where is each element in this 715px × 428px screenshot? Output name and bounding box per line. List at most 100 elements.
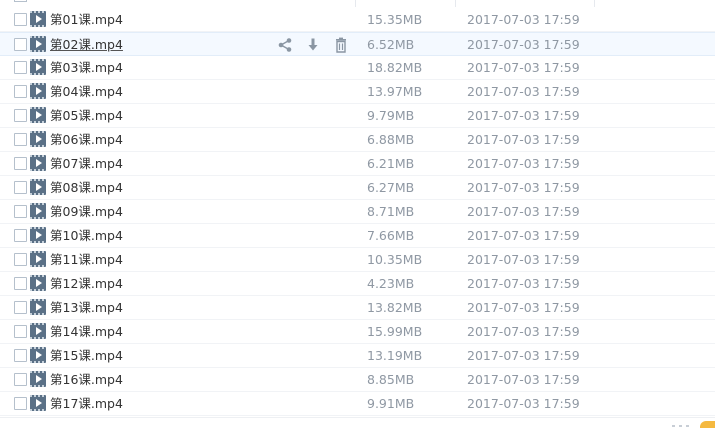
checkbox[interactable] bbox=[14, 133, 27, 146]
file-size: 13.19MB bbox=[367, 348, 423, 363]
file-row[interactable]: 第14课.mp4 15.99MB 2017-07-03 17:59 bbox=[0, 320, 715, 344]
file-date: 2017-07-03 17:59 bbox=[467, 37, 580, 52]
column-divider bbox=[455, 0, 456, 7]
checkbox[interactable] bbox=[14, 109, 27, 122]
file-date: 2017-07-03 17:59 bbox=[467, 12, 580, 27]
file-name-link[interactable]: 第13课.mp4 bbox=[50, 299, 123, 316]
file-size: 8.85MB bbox=[367, 372, 415, 387]
file-date: 2017-07-03 17:59 bbox=[467, 276, 580, 291]
file-name-link[interactable]: 第10课.mp4 bbox=[50, 227, 123, 244]
file-row[interactable]: 第09课.mp4 8.71MB 2017-07-03 17:59 bbox=[0, 200, 715, 224]
file-row[interactable]: 第17课.mp4 9.91MB 2017-07-03 17:59 bbox=[0, 392, 715, 416]
file-date: 2017-07-03 17:59 bbox=[467, 396, 580, 411]
file-list-top-edge bbox=[0, 0, 715, 8]
checkbox[interactable] bbox=[14, 85, 27, 98]
column-divider bbox=[594, 0, 595, 7]
file-name-link[interactable]: 第08课.mp4 bbox=[50, 179, 123, 196]
file-name-link[interactable]: 第07课.mp4 bbox=[50, 155, 123, 172]
file-date: 2017-07-03 17:59 bbox=[467, 60, 580, 75]
file-date: 2017-07-03 17:59 bbox=[467, 324, 580, 339]
file-name-link[interactable]: 第03课.mp4 bbox=[50, 59, 123, 76]
file-row[interactable]: 第15课.mp4 13.19MB 2017-07-03 17:59 bbox=[0, 344, 715, 368]
share-icon[interactable] bbox=[277, 37, 293, 53]
file-size: 6.88MB bbox=[367, 132, 415, 147]
video-file-icon bbox=[30, 131, 46, 147]
video-file-icon bbox=[30, 107, 46, 123]
video-file-icon bbox=[30, 36, 46, 52]
file-row[interactable]: 第08课.mp4 6.27MB 2017-07-03 17:59 bbox=[0, 176, 715, 200]
download-icon[interactable] bbox=[305, 37, 321, 53]
file-size: 18.82MB bbox=[367, 60, 423, 75]
file-row[interactable]: 第06课.mp4 6.88MB 2017-07-03 17:59 bbox=[0, 128, 715, 152]
checkbox[interactable] bbox=[14, 157, 27, 170]
checkbox[interactable] bbox=[14, 205, 27, 218]
video-file-icon bbox=[30, 155, 46, 171]
file-size: 7.66MB bbox=[367, 228, 415, 243]
file-row[interactable]: 第11课.mp4 10.35MB 2017-07-03 17:59 bbox=[0, 248, 715, 272]
checkbox[interactable] bbox=[14, 373, 27, 386]
file-row[interactable]: 第12课.mp4 4.23MB 2017-07-03 17:59 bbox=[0, 272, 715, 296]
file-name-link[interactable]: 第11课.mp4 bbox=[50, 251, 123, 268]
file-row[interactable]: 第13课.mp4 13.82MB 2017-07-03 17:59 bbox=[0, 296, 715, 320]
file-size: 4.23MB bbox=[367, 276, 415, 291]
notification-badge[interactable] bbox=[700, 421, 715, 428]
video-file-icon bbox=[30, 251, 46, 267]
video-file-icon bbox=[30, 347, 46, 363]
file-name-link[interactable]: 第01课.mp4 bbox=[50, 11, 123, 28]
video-file-icon bbox=[30, 227, 46, 243]
file-date: 2017-07-03 17:59 bbox=[467, 132, 580, 147]
file-row[interactable]: 第03课.mp4 18.82MB 2017-07-03 17:59 bbox=[0, 56, 715, 80]
file-row[interactable]: 第01课.mp4 15.35MB 2017-07-03 17:59 bbox=[0, 8, 715, 32]
checkbox[interactable] bbox=[14, 277, 27, 290]
file-name-link[interactable]: 第16课.mp4 bbox=[50, 371, 123, 388]
video-file-icon bbox=[30, 299, 46, 315]
file-row[interactable]: 第10课.mp4 7.66MB 2017-07-03 17:59 bbox=[0, 224, 715, 248]
file-row[interactable]: 第16课.mp4 8.85MB 2017-07-03 17:59 bbox=[0, 368, 715, 392]
file-date: 2017-07-03 17:59 bbox=[467, 156, 580, 171]
video-file-icon bbox=[30, 275, 46, 291]
file-name-link[interactable]: 第12课.mp4 bbox=[50, 275, 123, 292]
more-dots-icon[interactable] bbox=[672, 424, 690, 428]
file-size: 9.79MB bbox=[367, 108, 415, 123]
file-name-link[interactable]: 第14课.mp4 bbox=[50, 323, 123, 340]
video-file-icon bbox=[30, 83, 46, 99]
file-row[interactable]: 第05课.mp4 9.79MB 2017-07-03 17:59 bbox=[0, 104, 715, 128]
file-date: 2017-07-03 17:59 bbox=[467, 180, 580, 195]
checkbox[interactable] bbox=[14, 13, 27, 26]
checkbox[interactable] bbox=[14, 253, 27, 266]
file-date: 2017-07-03 17:59 bbox=[467, 348, 580, 363]
file-row[interactable]: 第07课.mp4 6.21MB 2017-07-03 17:59 bbox=[0, 152, 715, 176]
checkbox[interactable] bbox=[14, 181, 27, 194]
file-name-link[interactable]: 第06课.mp4 bbox=[50, 131, 123, 148]
checkbox[interactable] bbox=[14, 229, 27, 242]
file-date: 2017-07-03 17:59 bbox=[467, 228, 580, 243]
file-name-link[interactable]: 第04课.mp4 bbox=[50, 83, 123, 100]
bottom-bar bbox=[0, 417, 715, 428]
checkbox[interactable] bbox=[14, 301, 27, 314]
file-name-link[interactable]: 第02课.mp4 bbox=[50, 36, 123, 53]
file-name-link[interactable]: 第15课.mp4 bbox=[50, 347, 123, 364]
checkbox[interactable] bbox=[14, 397, 27, 410]
file-date: 2017-07-03 17:59 bbox=[467, 84, 580, 99]
file-size: 6.52MB bbox=[367, 37, 415, 52]
checkbox[interactable] bbox=[14, 325, 27, 338]
file-row[interactable]: 第04课.mp4 13.97MB 2017-07-03 17:59 bbox=[0, 80, 715, 104]
column-divider bbox=[355, 0, 356, 7]
file-date: 2017-07-03 17:59 bbox=[467, 204, 580, 219]
checkbox[interactable] bbox=[14, 38, 27, 51]
file-name-link[interactable]: 第09课.mp4 bbox=[50, 203, 123, 220]
file-size: 13.97MB bbox=[367, 84, 423, 99]
file-size: 6.21MB bbox=[367, 156, 415, 171]
checkbox[interactable] bbox=[14, 61, 27, 74]
video-file-icon bbox=[30, 203, 46, 219]
file-date: 2017-07-03 17:59 bbox=[467, 300, 580, 315]
file-name-link[interactable]: 第17课.mp4 bbox=[50, 395, 123, 412]
checkbox[interactable] bbox=[14, 0, 27, 2]
delete-icon[interactable] bbox=[333, 37, 349, 53]
file-name-link[interactable]: 第05课.mp4 bbox=[50, 107, 123, 124]
file-date: 2017-07-03 17:59 bbox=[467, 108, 580, 123]
file-row[interactable]: 第02课.mp4 6.52MB 2017-07-03 17:59 bbox=[0, 32, 715, 56]
file-size: 9.91MB bbox=[367, 396, 415, 411]
video-file-icon bbox=[30, 395, 46, 411]
checkbox[interactable] bbox=[14, 349, 27, 362]
